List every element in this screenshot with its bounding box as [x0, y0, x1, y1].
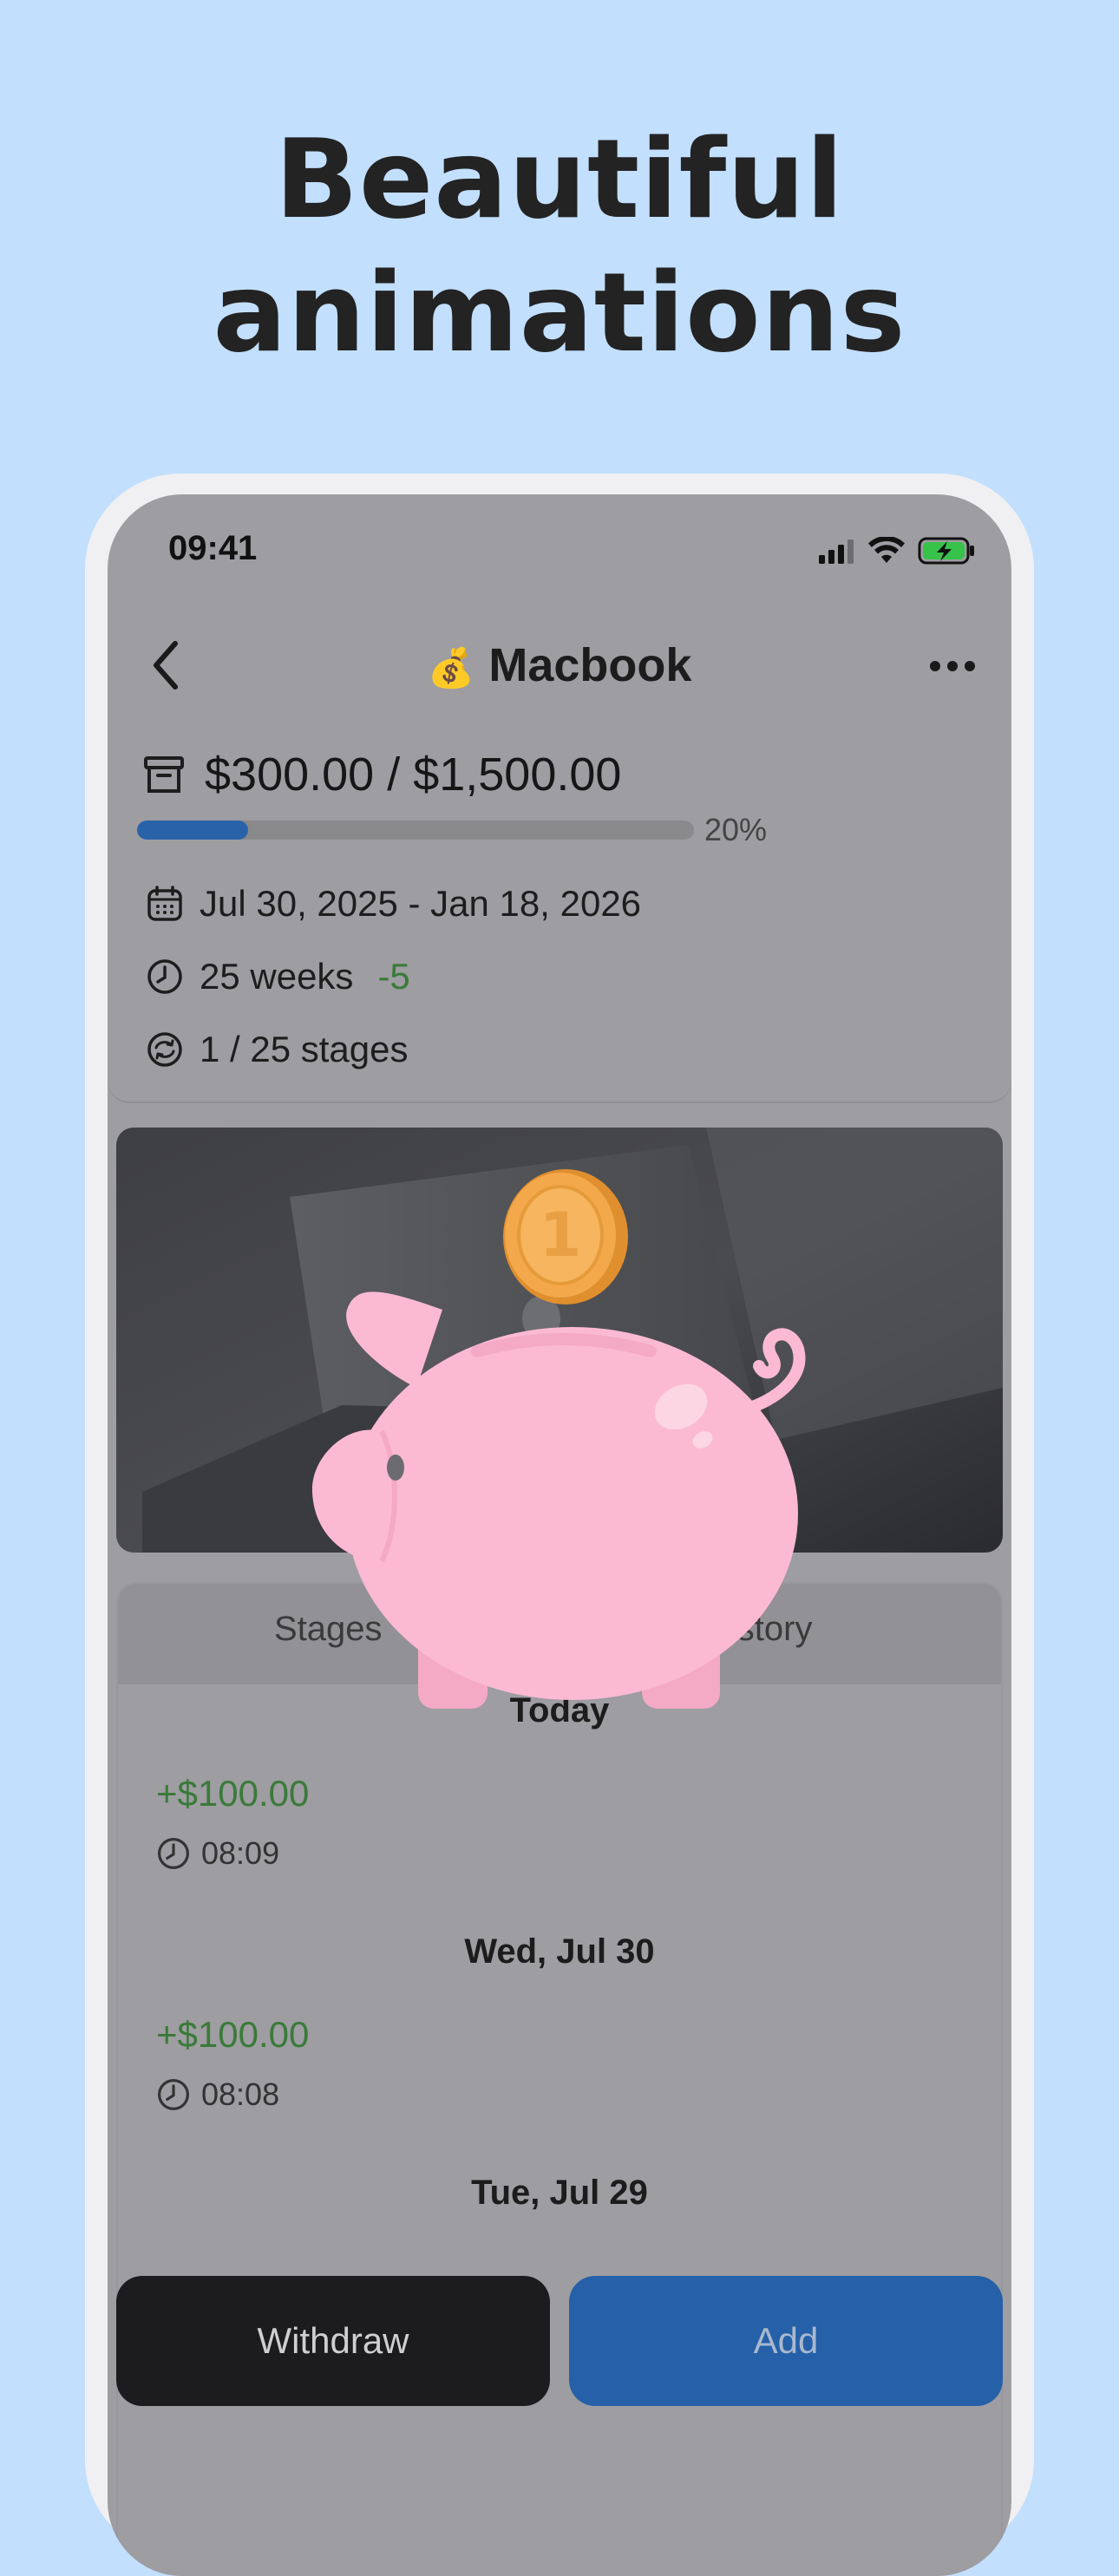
- signal-icon: [819, 539, 854, 564]
- wifi-icon: [868, 537, 905, 563]
- coin-label: 1: [540, 1200, 582, 1271]
- progress-bar-fill: [137, 821, 249, 840]
- piggy-bank-icon: [311, 1291, 806, 1709]
- withdraw-button[interactable]: Withdraw: [116, 2276, 550, 2406]
- amount-row: $300.00 / $1,500.00: [142, 748, 621, 801]
- status-time: 09:41: [168, 529, 258, 567]
- add-button[interactable]: Add: [569, 2276, 1003, 2406]
- archive-box-icon: [144, 756, 184, 793]
- headline-line-2: animations: [213, 249, 906, 376]
- headline: Beautiful animations: [0, 113, 1119, 380]
- clock-icon: [158, 1838, 189, 1869]
- status-icons: [817, 536, 975, 566]
- transaction-amount: +$100.00: [156, 1773, 310, 1814]
- repeat-cycle-icon: [147, 1032, 182, 1067]
- battery-icon: [918, 537, 974, 565]
- amount-saved-of-target: $300.00 / $1,500.00: [205, 749, 622, 801]
- date-range-text: Jul 30, 2025 - Jan 18, 2026: [200, 883, 642, 924]
- transaction-time-text: 08:08: [201, 2076, 280, 2112]
- progress-percent: 20%: [704, 812, 768, 847]
- progress-bar: [137, 821, 694, 840]
- duration-row: 25 weeks -5: [146, 956, 410, 997]
- headline-line-1: Beautiful: [274, 115, 845, 243]
- calendar-icon: [147, 886, 182, 921]
- date-range-row: Jul 30, 2025 - Jan 18, 2026: [146, 883, 641, 925]
- history-day-header: Tue, Jul 29: [471, 2174, 648, 2212]
- stages-row: 1 / 25 stages: [146, 1029, 409, 1070]
- clock-icon: [147, 959, 182, 994]
- coin-icon: 1: [503, 1169, 628, 1304]
- stages-text: 1 / 25 stages: [200, 1029, 409, 1069]
- more-options-icon[interactable]: [925, 649, 980, 683]
- transaction-amount: +$100.00: [156, 2014, 310, 2055]
- duration-text: 25 weeks: [200, 956, 354, 997]
- money-bag-icon: 💰: [427, 647, 475, 690]
- transaction-time: 08:08: [156, 2076, 279, 2113]
- duration-delta: -5: [377, 956, 410, 997]
- transaction-time-text: 08:09: [201, 1835, 280, 1871]
- page-title: 💰 Macbook: [108, 638, 1011, 692]
- clock-icon: [158, 2079, 189, 2110]
- transaction-time: 08:09: [156, 1835, 279, 1872]
- history-day-header: Wed, Jul 30: [464, 1932, 655, 1971]
- piggy-bank-coin-animation: 1: [311, 1169, 806, 1709]
- page-title-text: Macbook: [488, 639, 692, 691]
